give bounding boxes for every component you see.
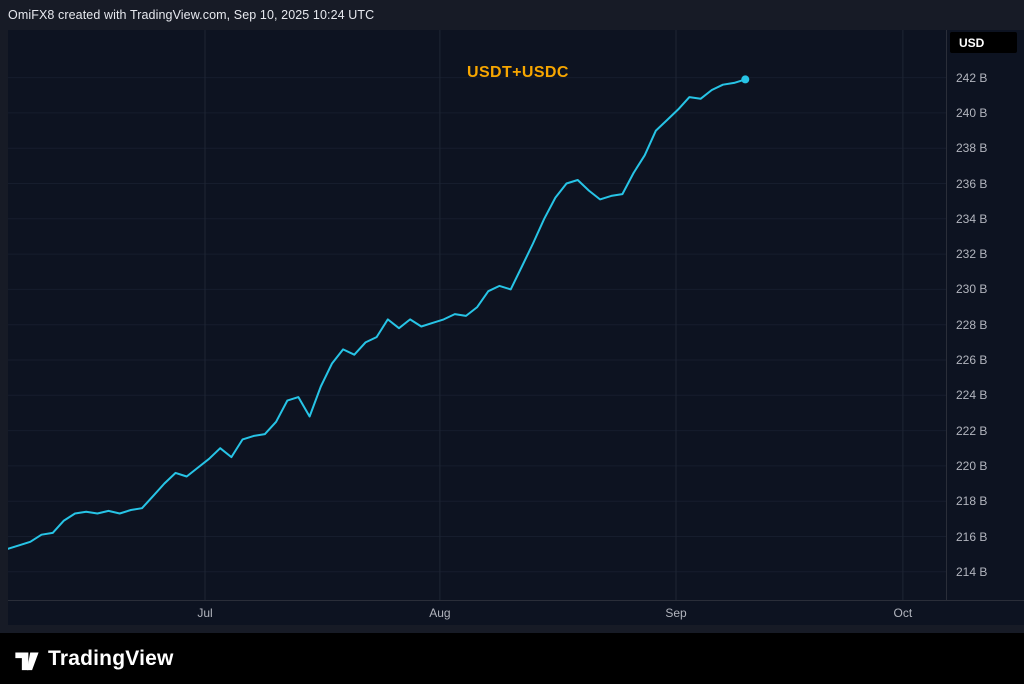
plot-pane[interactable]: USDT+USDC [8, 30, 946, 600]
tradingview-logo-icon [13, 646, 40, 672]
price-tick-label: 242 B [956, 71, 987, 85]
time-axis[interactable]: Jul Aug Sep Oct [8, 600, 1024, 625]
price-tick-label: 238 B [956, 141, 987, 155]
price-tick-label: 228 B [956, 318, 987, 332]
price-tick-label: 232 B [956, 247, 987, 261]
time-tick-label: Oct [894, 606, 913, 620]
series-chart [8, 30, 946, 600]
price-tick-label: 216 B [956, 530, 987, 544]
price-tick-label: 234 B [956, 212, 987, 226]
price-tick-label: 224 B [956, 388, 987, 402]
price-tick-label: 240 B [956, 106, 987, 120]
price-tick-label: 222 B [956, 424, 987, 438]
footer-bar: TradingView [0, 633, 1024, 684]
series-line[interactable] [8, 79, 745, 548]
price-axis[interactable]: USD 242 B 240 B 238 B 236 B 234 B 232 B 230 B 2… [946, 30, 1024, 600]
tradingview-logo-text: TradingView [48, 647, 174, 671]
price-tick-label: 218 B [956, 494, 987, 508]
time-tick-label: Jul [197, 606, 212, 620]
series-title: USDT+USDC [467, 64, 569, 82]
currency-badge[interactable]: USD [950, 32, 1017, 53]
price-tick-label: 230 B [956, 282, 987, 296]
price-tick-label: 226 B [956, 353, 987, 367]
chart-attribution: OmiFX8 created with TradingView.com, Sep… [8, 0, 374, 30]
price-tick-label: 236 B [956, 177, 987, 191]
last-point-marker [741, 75, 749, 83]
chart-area: USDT+USDC USD 242 B 240 B 238 B 236 B 234 B 2… [8, 30, 1024, 625]
price-tick-label: 220 B [956, 459, 987, 473]
price-tick-label: 214 B [956, 565, 987, 579]
time-tick-label: Sep [665, 606, 686, 620]
tradingview-logo[interactable]: TradingView [13, 646, 174, 672]
time-tick-label: Aug [429, 606, 450, 620]
